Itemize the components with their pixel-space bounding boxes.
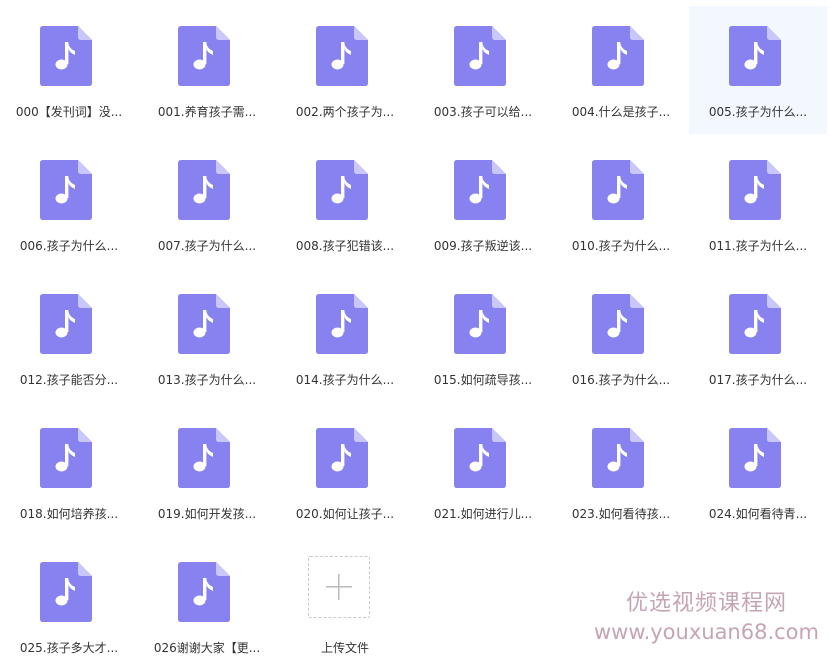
- audio-file-icon: [592, 428, 644, 488]
- audio-file-icon: [178, 294, 230, 354]
- audio-file-icon: [592, 160, 644, 220]
- upload-button[interactable]: [308, 556, 370, 618]
- file-tile[interactable]: 019.如何开发孩...: [138, 408, 276, 536]
- audio-file-icon: [454, 428, 506, 488]
- file-tile[interactable]: 014.孩子为什么...: [276, 274, 414, 402]
- file-tile[interactable]: 006.孩子为什么...: [0, 140, 138, 268]
- audio-file-icon: [178, 26, 230, 86]
- file-tile[interactable]: 017.孩子为什么...: [689, 274, 827, 402]
- audio-file-icon: [316, 26, 368, 86]
- file-tile[interactable]: 025.孩子多大才...: [0, 542, 138, 670]
- audio-file-icon: [178, 160, 230, 220]
- file-grid: 000【发刊词】没... 001.养育孩子需... 002.两个孩子为... 003.…: [0, 0, 829, 658]
- audio-file-icon: [729, 160, 781, 220]
- file-name: 024.如何看待青...: [708, 507, 808, 521]
- file-name: 023.如何看待孩...: [571, 507, 671, 521]
- file-name: 005.孩子为什么...: [708, 105, 808, 119]
- file-tile[interactable]: 001.养育孩子需...: [138, 6, 276, 134]
- file-name: 004.什么是孩子...: [571, 105, 671, 119]
- audio-file-icon: [178, 428, 230, 488]
- file-tile[interactable]: 011.孩子为什么...: [689, 140, 827, 268]
- file-name: 025.孩子多大才...: [19, 641, 119, 655]
- file-tile[interactable]: 009.孩子叛逆该...: [414, 140, 552, 268]
- file-name: 014.孩子为什么...: [295, 373, 395, 387]
- file-tile[interactable]: 012.孩子能否分...: [0, 274, 138, 402]
- file-name: 000【发刊词】没...: [15, 105, 123, 119]
- upload-label: 上传文件: [320, 641, 369, 655]
- file-tile[interactable]: 023.如何看待孩...: [552, 408, 690, 536]
- file-name: 006.孩子为什么...: [19, 239, 119, 253]
- file-name: 002.两个孩子为...: [295, 105, 395, 119]
- file-name: 026谢谢大家【更...: [153, 641, 261, 655]
- file-tile[interactable]: 020.如何让孩子...: [276, 408, 414, 536]
- file-name: 003.孩子可以给...: [433, 105, 533, 119]
- file-name: 007.孩子为什么...: [157, 239, 257, 253]
- file-tile[interactable]: 007.孩子为什么...: [138, 140, 276, 268]
- file-tile[interactable]: 005.孩子为什么...: [689, 6, 827, 134]
- file-name: 019.如何开发孩...: [157, 507, 257, 521]
- file-name: 012.孩子能否分...: [19, 373, 119, 387]
- audio-file-icon: [729, 428, 781, 488]
- file-name: 011.孩子为什么...: [708, 239, 808, 253]
- file-tile[interactable]: 013.孩子为什么...: [138, 274, 276, 402]
- audio-file-icon: [454, 294, 506, 354]
- file-name: 017.孩子为什么...: [708, 373, 808, 387]
- file-name: 016.孩子为什么...: [571, 373, 671, 387]
- file-name: 021.如何进行儿...: [433, 507, 533, 521]
- file-tile[interactable]: 003.孩子可以给...: [414, 6, 552, 134]
- audio-file-icon: [729, 26, 781, 86]
- file-name: 010.孩子为什么...: [571, 239, 671, 253]
- file-name: 013.孩子为什么...: [157, 373, 257, 387]
- audio-file-icon: [178, 562, 230, 622]
- file-tile[interactable]: 004.什么是孩子...: [552, 6, 690, 134]
- file-tile[interactable]: 024.如何看待青...: [689, 408, 827, 536]
- audio-file-icon: [40, 26, 92, 86]
- file-tile[interactable]: 016.孩子为什么...: [552, 274, 690, 402]
- file-tile[interactable]: 000【发刊词】没...: [0, 6, 138, 134]
- file-tile[interactable]: 021.如何进行儿...: [414, 408, 552, 536]
- file-tile[interactable]: 015.如何疏导孩...: [414, 274, 552, 402]
- audio-file-icon: [592, 26, 644, 86]
- file-tile[interactable]: 026谢谢大家【更...: [138, 542, 276, 670]
- audio-file-icon: [454, 160, 506, 220]
- file-tile[interactable]: 008.孩子犯错该...: [276, 140, 414, 268]
- file-name: 001.养育孩子需...: [157, 105, 257, 119]
- file-tile[interactable]: 010.孩子为什么...: [552, 140, 690, 268]
- audio-file-icon: [454, 26, 506, 86]
- audio-file-icon: [316, 160, 368, 220]
- upload-file-tile[interactable]: 上传文件: [276, 542, 414, 670]
- file-name: 020.如何让孩子...: [295, 507, 395, 521]
- audio-file-icon: [40, 428, 92, 488]
- audio-file-icon: [40, 294, 92, 354]
- file-tile[interactable]: 002.两个孩子为...: [276, 6, 414, 134]
- file-name: 009.孩子叛逆该...: [433, 239, 533, 253]
- file-name: 015.如何疏导孩...: [433, 373, 533, 387]
- audio-file-icon: [40, 160, 92, 220]
- file-name: 008.孩子犯错该...: [295, 239, 395, 253]
- audio-file-icon: [729, 294, 781, 354]
- audio-file-icon: [316, 428, 368, 488]
- audio-file-icon: [40, 562, 92, 622]
- audio-file-icon: [316, 294, 368, 354]
- file-name: 018.如何培养孩...: [19, 507, 119, 521]
- audio-file-icon: [592, 294, 644, 354]
- file-tile[interactable]: 018.如何培养孩...: [0, 408, 138, 536]
- plus-icon: [326, 574, 352, 600]
